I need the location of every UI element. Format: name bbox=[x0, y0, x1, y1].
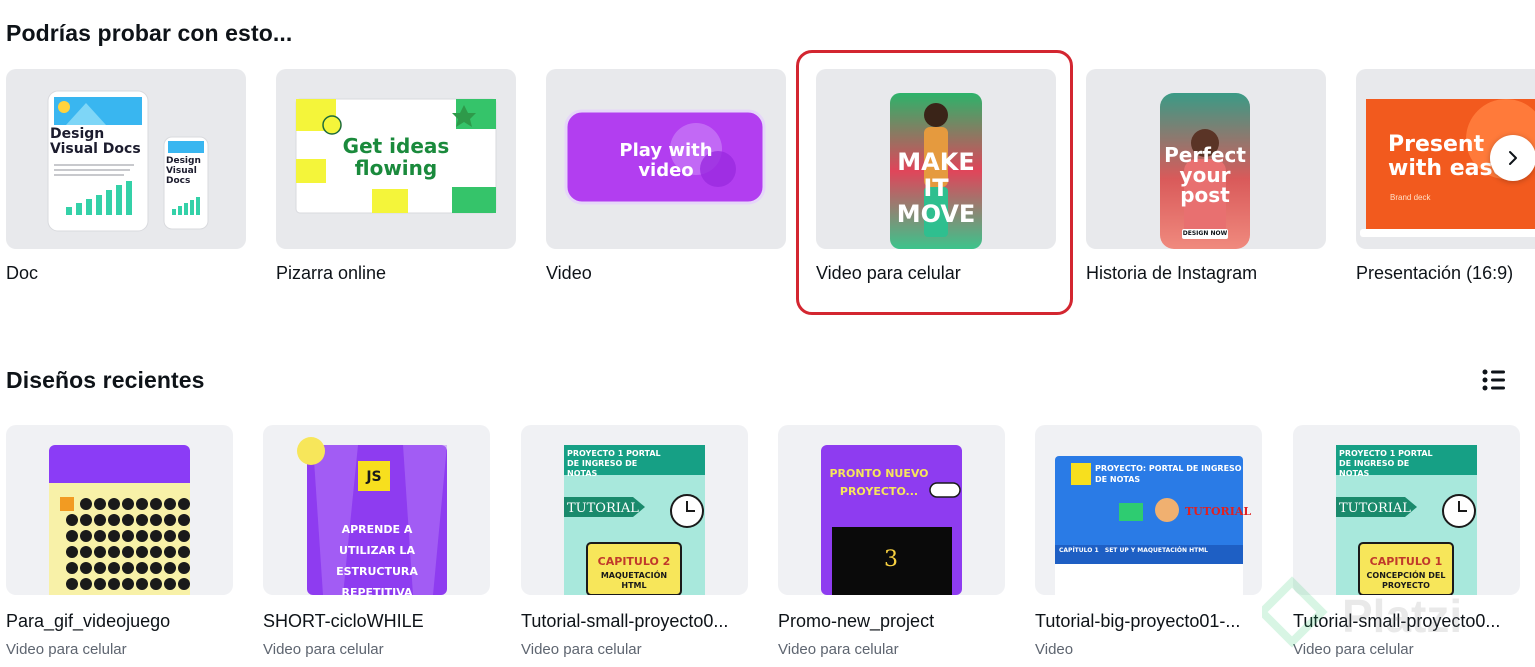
recent-design-type: Video para celular bbox=[263, 641, 384, 658]
tutorial-thumb-chapter-sub: MAQUETACIÓN HTML bbox=[600, 571, 668, 590]
suggestion-label-instagram-story[interactable]: Historia de Instagram bbox=[1086, 263, 1257, 284]
suggestion-label-video[interactable]: Video bbox=[546, 263, 592, 284]
instagram-thumb-title: Perfect your post bbox=[1164, 143, 1246, 207]
recent-design-card[interactable]: PROYECTO: PORTAL DE INGRESO DE NOTAS TUT… bbox=[1035, 425, 1262, 595]
recent-design-title[interactable]: SHORT-cicloWHILE bbox=[263, 611, 493, 632]
recent-design-card[interactable]: PRONTO NUEVO PROYECTO... 3 bbox=[778, 425, 1005, 595]
game-thumbnail bbox=[49, 445, 190, 595]
presentation-thumb-sub: Brand deck bbox=[1390, 193, 1431, 202]
promo-countdown: 3 bbox=[884, 547, 898, 572]
recent-design-card[interactable] bbox=[6, 425, 233, 595]
doc-thumbnail bbox=[47, 90, 209, 232]
suggestion-card-instagram-story[interactable]: Perfect your post DESIGN NOW bbox=[1086, 69, 1326, 249]
suggestion-card-whiteboard[interactable]: Get ideas flowing bbox=[276, 69, 516, 249]
while-thumb-text: APRENDE A UTILIZAR LA ESTRUCTURA REPETIT… bbox=[336, 523, 418, 595]
doc-thumb-small-title: Design Visual Docs bbox=[166, 156, 201, 186]
highlight-annotation bbox=[796, 50, 1073, 315]
recent-design-title[interactable]: Tutorial-big-proyecto01-... bbox=[1035, 611, 1265, 632]
suggestion-label-doc[interactable]: Doc bbox=[6, 263, 38, 284]
tutorial-thumb-label: TUTORIAL bbox=[567, 501, 639, 516]
tutorial-thumb-chapter: CAPITULO 1 bbox=[1369, 555, 1443, 568]
recent-design-card[interactable]: PROYECTO 1 PORTAL DE INGRESO DE NOTAS TU… bbox=[521, 425, 748, 595]
recent-design-card[interactable]: JS APRENDE A UTILIZAR LA ESTRUCTURA REPE… bbox=[263, 425, 490, 595]
recent-design-title[interactable]: Para_gif_videojuego bbox=[6, 611, 236, 632]
instagram-thumb-cta: DESIGN NOW bbox=[1182, 230, 1228, 237]
suggestion-card-video[interactable]: Play with video bbox=[546, 69, 786, 249]
whiteboard-thumb-title: Get ideas flowing bbox=[342, 134, 450, 180]
big-thumb-tutorial: TUTORIAL bbox=[1185, 505, 1252, 518]
promo-thumb-text: PRONTO NUEVO PROYECTO... bbox=[829, 467, 929, 498]
suggestion-label-whiteboard[interactable]: Pizarra online bbox=[276, 263, 386, 284]
tutorial-thumb-chapter: CAPITULO 2 bbox=[597, 555, 671, 568]
recent-design-title[interactable]: Tutorial-small-proyecto0... bbox=[521, 611, 751, 632]
watermark-text: Platzi bbox=[1342, 590, 1462, 642]
recent-design-type: Video bbox=[1035, 641, 1074, 658]
video-thumb-title: Play with video bbox=[619, 140, 713, 181]
platzi-watermark: Platzi bbox=[1262, 576, 1462, 648]
tutorial-thumb-label: TUTORIAL bbox=[1339, 501, 1411, 516]
list-view-icon[interactable] bbox=[1481, 368, 1507, 392]
big-thumb-footer: CAPÍTULO 1 SET UP Y MAQUETACIÓN HTML bbox=[1059, 547, 1208, 554]
suggestion-label-presentation[interactable]: Presentación (16:9) bbox=[1356, 263, 1513, 284]
section-title-recent: Diseños recientes bbox=[6, 367, 205, 393]
doc-thumb-title: Design Visual Docs bbox=[50, 126, 141, 157]
recent-design-type: Video para celular bbox=[6, 641, 127, 658]
carousel-next-button[interactable] bbox=[1490, 135, 1535, 181]
js-badge: JS bbox=[366, 469, 382, 485]
chevron-right-icon bbox=[1509, 151, 1517, 165]
tutorial-thumb-header: PROYECTO 1 PORTAL DE INGRESO DE NOTAS bbox=[567, 449, 661, 478]
recent-design-title[interactable]: Promo-new_project bbox=[778, 611, 1008, 632]
section-title-suggestions: Podrías probar con esto... bbox=[6, 20, 293, 46]
suggestion-card-doc[interactable]: Design Visual Docs Design Visual Docs bbox=[6, 69, 246, 249]
tutorial-thumb-header: PROYECTO 1 PORTAL DE INGRESO DE NOTAS bbox=[1339, 449, 1433, 478]
recent-design-type: Video para celular bbox=[521, 641, 642, 658]
big-thumb-header: PROYECTO: PORTAL DE INGRESO DE NOTAS bbox=[1095, 464, 1242, 484]
recent-design-type: Video para celular bbox=[778, 641, 899, 658]
recent-design-card[interactable]: PROYECTO 1 PORTAL DE INGRESO DE NOTAS TU… bbox=[1293, 425, 1520, 595]
